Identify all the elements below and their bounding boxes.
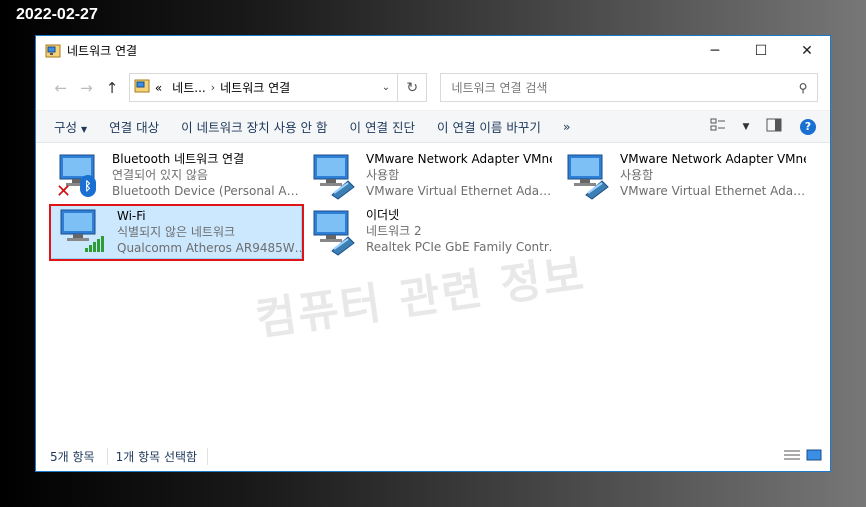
- connections-list: ✕ ᛒ Bluetooth 네트워크 연결 연결되어 있지 않음 Bluetoo…: [36, 143, 830, 441]
- large-icons-view-icon[interactable]: [806, 449, 822, 464]
- red-highlight-box: [49, 204, 304, 261]
- title-bar[interactable]: 네트워크 연결 ─ ☐ ✕: [36, 36, 830, 65]
- change-view-icon[interactable]: [704, 118, 732, 135]
- selected-count: 1개 항목 선택함: [108, 447, 209, 465]
- up-arrow-icon[interactable]: ↑: [99, 79, 125, 97]
- connection-device: VMware Virtual Ethernet Adapter...: [366, 184, 552, 198]
- network-folder-icon: [45, 43, 61, 59]
- refresh-icon[interactable]: ↻: [397, 73, 428, 102]
- network-adapter-icon: [562, 151, 614, 201]
- date-stamp: 2022-02-27: [16, 6, 98, 23]
- disabled-x-icon: ✕: [56, 181, 72, 202]
- connection-device: VMware Virtual Ethernet Adapter...: [620, 184, 806, 198]
- network-adapter-icon: ✕ ᛒ: [54, 151, 106, 202]
- list-item-bluetooth[interactable]: ✕ ᛒ Bluetooth 네트워크 연결 연결되어 있지 않음 Bluetoo…: [46, 149, 298, 203]
- connection-name: VMware Network Adapter VMnet1: [366, 152, 552, 166]
- preview-pane-icon[interactable]: [760, 118, 788, 135]
- back-arrow-icon[interactable]: ←: [48, 79, 74, 97]
- address-bar[interactable]: « 네트... › 네트워크 연결 ⌄: [128, 73, 398, 102]
- search-icon[interactable]: ⚲: [789, 81, 817, 95]
- caret-down-icon[interactable]: ▼: [732, 122, 760, 132]
- breadcrumb-overflow[interactable]: «: [155, 81, 162, 95]
- item-count: 5개 항목: [50, 447, 108, 465]
- connection-status: 네트워크 2: [366, 224, 422, 238]
- explorer-window: 네트워크 연결 ─ ☐ ✕ ← → ↑ « 네트... › 네트워크 연결 ⌄ …: [35, 35, 831, 472]
- disable-device-button[interactable]: 이 네트워크 장치 사용 안 함: [170, 117, 338, 136]
- details-view-icon[interactable]: [784, 449, 800, 464]
- caret-down-icon: ▼: [81, 125, 88, 134]
- organize-label: 구성: [54, 120, 78, 135]
- breadcrumb-segment-network[interactable]: 네트...: [172, 79, 206, 96]
- connect-to-button[interactable]: 연결 대상: [98, 117, 170, 136]
- connection-name: 이더넷: [366, 208, 400, 222]
- network-adapter-icon: [308, 151, 360, 201]
- list-item-vmnet8[interactable]: VMware Network Adapter VMnet8 사용함 VMware…: [554, 149, 806, 203]
- command-bar: 구성 ▼ 연결 대상 이 네트워크 장치 사용 안 함 이 연결 진단 이 연결 …: [36, 110, 830, 143]
- minimize-button[interactable]: ─: [692, 36, 738, 65]
- rename-button[interactable]: 이 연결 이름 바꾸기: [426, 117, 552, 136]
- close-button[interactable]: ✕: [784, 36, 830, 65]
- breadcrumb-segment-connections[interactable]: 네트워크 연결: [220, 79, 290, 96]
- search-input[interactable]: 네트워크 연결 검색: [451, 79, 789, 96]
- breadcrumb-separator[interactable]: ›: [211, 81, 215, 94]
- network-folder-icon: [134, 78, 150, 97]
- maximize-button[interactable]: ☐: [738, 36, 784, 65]
- network-adapter-icon: [308, 207, 360, 257]
- connection-name: VMware Network Adapter VMnet8: [620, 152, 806, 166]
- address-row: ← → ↑ « 네트... › 네트워크 연결 ⌄ ↻ 네트워크 연결 검색 ⚲: [36, 65, 830, 110]
- window-title: 네트워크 연결: [67, 44, 138, 58]
- search-box[interactable]: 네트워크 연결 검색 ⚲: [440, 73, 818, 102]
- organize-button[interactable]: 구성 ▼: [43, 117, 98, 136]
- help-icon[interactable]: ?: [800, 118, 816, 135]
- connection-status: 사용함: [620, 168, 654, 182]
- chevron-down-icon[interactable]: ⌄: [375, 82, 397, 93]
- connection-name: Bluetooth 네트워크 연결: [112, 152, 245, 166]
- connection-status: 연결되어 있지 않음: [112, 168, 208, 182]
- connection-device: Bluetooth Device (Personal Area ...: [112, 184, 298, 198]
- diagnose-button[interactable]: 이 연결 진단: [339, 117, 426, 136]
- connection-status: 사용함: [366, 168, 400, 182]
- more-commands-button[interactable]: »: [552, 119, 582, 134]
- list-item-vmnet1[interactable]: VMware Network Adapter VMnet1 사용함 VMware…: [300, 149, 552, 203]
- bluetooth-icon: ᛒ: [80, 175, 96, 197]
- status-bar: 5개 항목 1개 항목 선택함: [36, 441, 830, 471]
- forward-arrow-icon[interactable]: →: [74, 79, 100, 97]
